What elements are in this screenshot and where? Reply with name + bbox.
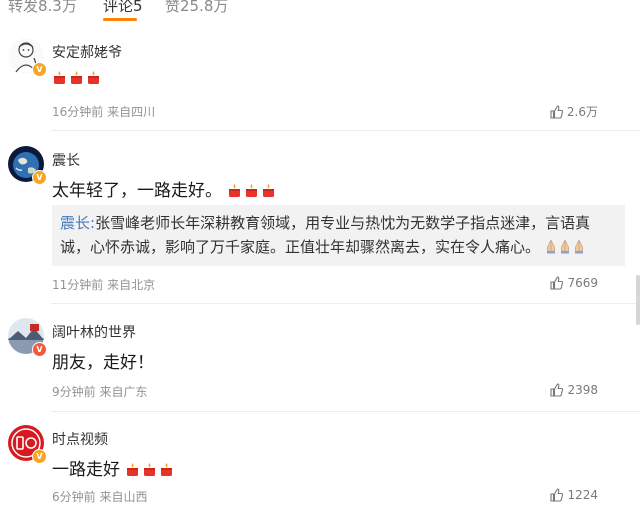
comment-meta: 9分钟前 来自广东 [52,385,148,399]
quoted-reply[interactable]: 震长:张雪峰老师长年深耕教育领域，用专业与热忱为无数学子指点迷津，言语真诚，心怀… [52,205,625,266]
candle-icon [69,68,86,88]
like-button[interactable]: 2398 [550,383,598,397]
like-count: 7669 [567,276,598,290]
divider [51,130,640,131]
candle-icon [159,460,176,480]
praying-hands-icon [545,238,559,256]
comment-text [52,68,103,88]
divider [51,303,640,304]
like-button[interactable]: 7669 [550,276,598,290]
avatar[interactable]: V [8,425,47,464]
tab-reposts[interactable]: 转发8.3万 [8,0,77,16]
comment-meta: 11分钟前 来自北京 [52,278,156,292]
thumbs-up-icon [550,488,564,502]
like-button[interactable]: 1224 [550,488,598,502]
scrollbar-thumb[interactable] [636,275,640,325]
candle-icon [227,181,244,201]
like-count: 1224 [567,488,598,502]
avatar[interactable]: V [8,146,47,185]
comment-text: 朋友，走好！ [52,353,154,373]
active-tab-indicator [103,18,137,21]
candle-icon [125,460,142,480]
quote-author[interactable]: 震长: [60,214,95,232]
comment-text: 太年轻了，一路走好。 [52,176,278,201]
comment-username[interactable]: 时点视频 [52,429,108,449]
like-count: 2398 [567,383,598,397]
quote-text: 张雪峰老师长年深耕教育领域，用专业与热忱为无数学子指点迷津，言语真诚，心怀赤诚，… [60,214,591,256]
praying-hands-icon [573,238,587,256]
comment-username[interactable]: 震长 [52,150,80,170]
tab-likes[interactable]: 赞25.8万 [165,0,228,16]
comment-text: 一路走好 [52,455,176,480]
candle-icon [244,181,261,201]
avatar[interactable]: V [8,38,47,77]
candle-icon [52,68,69,88]
like-count: 2.6万 [566,105,598,119]
comment-meta: 16分钟前 来自四川 [52,105,156,119]
candle-icon [86,68,103,88]
candle-icon [261,181,278,201]
divider [51,411,640,412]
thumbs-up-icon [550,383,564,397]
comment-username[interactable]: 安定郝姥爷 [52,42,122,62]
verified-badge-icon: V [32,449,47,464]
comment-text-content: 太年轻了，一路走好。 [52,181,222,201]
like-button[interactable]: 2.6万 [550,103,598,120]
comment-username[interactable]: 阔叶林的世界 [52,322,136,342]
comment-meta: 6分钟前 来自山西 [52,490,148,504]
avatar[interactable]: V [8,318,47,357]
thumbs-up-icon [550,104,563,119]
comment-tabs: 转发8.3万 评论5 赞25.8万 [0,0,640,22]
candle-icon [142,460,159,480]
verified-badge-icon: V [32,62,47,77]
verified-badge-icon: V [32,170,47,185]
comment-text-content: 一路走好 [52,460,120,480]
thumbs-up-icon [550,276,564,290]
tab-comments[interactable]: 评论5 [103,0,143,16]
praying-hands-icon [559,238,573,256]
verified-badge-icon: V [32,342,47,357]
